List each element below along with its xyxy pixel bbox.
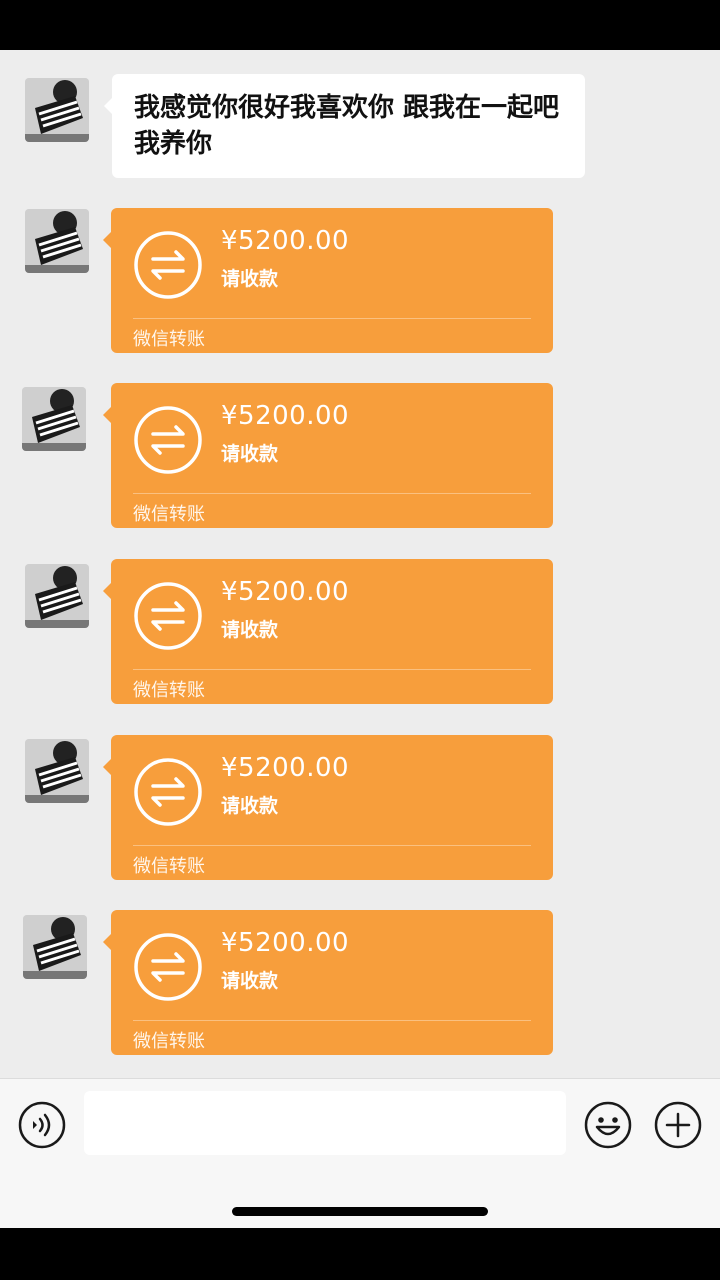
- home-indicator: [232, 1207, 488, 1216]
- avatar[interactable]: [23, 915, 87, 979]
- avatar-image: [22, 387, 86, 451]
- transfer-status: 请收款: [221, 619, 279, 641]
- avatar[interactable]: [25, 564, 89, 628]
- transfer-amount: ¥5200.00: [221, 928, 350, 958]
- transfer-arrows-icon: [134, 933, 202, 1001]
- message-bubble[interactable]: 我感觉你很好我喜欢你 跟我在一起吧我养你: [104, 74, 585, 178]
- avatar-image: [25, 209, 89, 273]
- transfer-arrows-icon: [134, 406, 202, 474]
- transfer-brand: 微信转账: [133, 504, 205, 525]
- transfer-brand: 微信转账: [133, 856, 205, 877]
- avatar-image: [25, 739, 89, 803]
- transfer-amount: ¥5200.00: [221, 226, 350, 256]
- avatar[interactable]: [25, 78, 89, 142]
- voice-icon[interactable]: [18, 1101, 66, 1149]
- avatar[interactable]: [25, 739, 89, 803]
- transfer-arrows-icon: [134, 231, 202, 299]
- transfer-status: 请收款: [221, 970, 279, 992]
- transfer-card[interactable]: ¥5200.00 请收款 微信转账: [103, 208, 553, 353]
- transfer-divider: [133, 493, 531, 494]
- transfer-arrows-icon: [134, 582, 202, 650]
- avatar-image: [25, 78, 89, 142]
- transfer-card[interactable]: ¥5200.00 请收款 微信转账: [103, 910, 553, 1055]
- transfer-brand: 微信转账: [133, 680, 205, 701]
- transfer-divider: [133, 845, 531, 846]
- transfer-status: 请收款: [221, 268, 279, 290]
- plus-icon[interactable]: [654, 1101, 702, 1149]
- avatar[interactable]: [22, 387, 86, 451]
- transfer-amount: ¥5200.00: [221, 577, 350, 607]
- transfer-divider: [133, 669, 531, 670]
- transfer-divider: [133, 1020, 531, 1021]
- chat-area[interactable]: 我感觉你很好我喜欢你 跟我在一起吧我养你 ¥5200.00 请收款 微信转账 ¥…: [0, 50, 720, 1078]
- message-text: 我感觉你很好我喜欢你 跟我在一起吧我养你: [134, 93, 560, 159]
- transfer-status: 请收款: [221, 443, 279, 465]
- transfer-card[interactable]: ¥5200.00 请收款 微信转账: [103, 383, 553, 528]
- avatar-image: [23, 915, 87, 979]
- transfer-brand: 微信转账: [133, 329, 205, 350]
- transfer-status: 请收款: [221, 795, 279, 817]
- status-bar: [0, 0, 720, 50]
- transfer-amount: ¥5200.00: [221, 753, 350, 783]
- avatar-image: [25, 564, 89, 628]
- transfer-card[interactable]: ¥5200.00 请收款 微信转账: [103, 559, 553, 704]
- transfer-arrows-icon: [134, 758, 202, 826]
- input-bar: [0, 1078, 720, 1228]
- message-input[interactable]: [84, 1091, 566, 1155]
- transfer-divider: [133, 318, 531, 319]
- transfer-amount: ¥5200.00: [221, 401, 350, 431]
- transfer-brand: 微信转账: [133, 1031, 205, 1052]
- emoji-icon[interactable]: [584, 1101, 632, 1149]
- avatar[interactable]: [25, 209, 89, 273]
- bottom-bar: [0, 1228, 720, 1280]
- transfer-card[interactable]: ¥5200.00 请收款 微信转账: [103, 735, 553, 880]
